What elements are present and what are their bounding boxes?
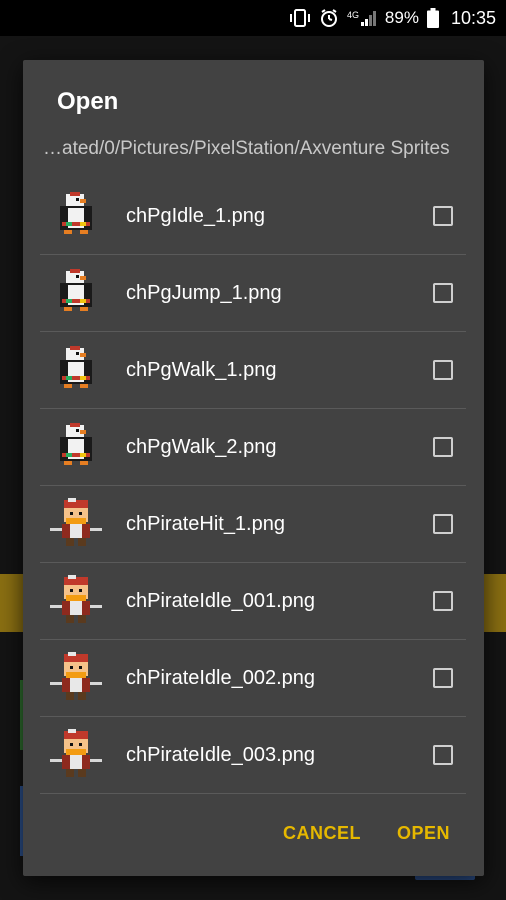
file-row[interactable]: chPirateHit_1.png — [40, 486, 466, 563]
file-row[interactable]: chPirateIdle_001.png — [40, 563, 466, 640]
file-name: chPirateIdle_001.png — [126, 589, 316, 612]
pirate-sprite-thumbnail — [46, 494, 106, 554]
cancel-button[interactable]: CANCEL — [283, 823, 361, 844]
status-bar: 4G 89% 10:35 — [0, 0, 506, 36]
file-name: chPgWalk_1.png — [126, 358, 277, 381]
file-checkbox[interactable] — [433, 437, 453, 457]
current-path: …ated/0/Pictures/PixelStation/Axventure … — [43, 138, 450, 159]
penguin-sprite-thumbnail — [46, 340, 106, 400]
file-row[interactable]: chPgJump_1.png — [40, 255, 466, 332]
pirate-sprite-thumbnail — [46, 725, 106, 785]
pirate-sprite-thumbnail — [46, 648, 106, 708]
svg-text:4G: 4G — [347, 10, 359, 20]
file-checkbox[interactable] — [433, 360, 453, 380]
file-name: chPgIdle_1.png — [126, 204, 266, 227]
file-row[interactable]: chPgIdle_1.png — [40, 178, 466, 255]
file-checkbox[interactable] — [433, 668, 453, 688]
file-row[interactable]: chPgWalk_2.png — [40, 409, 466, 486]
file-name: chPgWalk_2.png — [126, 435, 277, 458]
dialog-actions: CANCEL OPEN — [283, 823, 450, 844]
signal-icon: 4G — [347, 9, 377, 27]
file-checkbox[interactable] — [433, 745, 453, 765]
penguin-sprite-thumbnail — [46, 417, 106, 477]
battery-icon — [426, 8, 439, 28]
file-name: chPgJump_1.png — [126, 281, 282, 304]
file-name: chPirateIdle_003.png — [126, 743, 316, 766]
file-name: chPirateHit_1.png — [126, 512, 285, 535]
battery-percent: 89% — [384, 8, 419, 27]
dialog-title: Open — [57, 88, 119, 115]
file-row[interactable]: chPgWalk_1.png — [40, 332, 466, 409]
clock: 10:35 — [450, 7, 496, 28]
alarm-icon — [319, 8, 339, 28]
file-checkbox[interactable] — [433, 283, 453, 303]
vibrate-icon — [289, 9, 311, 27]
open-button[interactable]: OPEN — [397, 823, 450, 844]
file-checkbox[interactable] — [433, 206, 453, 226]
open-file-dialog: Open …ated/0/Pictures/PixelStation/Axven… — [23, 60, 484, 876]
file-checkbox[interactable] — [433, 591, 453, 611]
file-name: chPirateIdle_002.png — [126, 666, 316, 689]
file-checkbox[interactable] — [433, 514, 453, 534]
penguin-sprite-thumbnail — [46, 263, 106, 323]
penguin-sprite-thumbnail — [46, 186, 106, 246]
file-row[interactable]: chPirateIdle_003.png — [40, 717, 466, 794]
file-row[interactable]: chPirateIdle_002.png — [40, 640, 466, 717]
file-list: chPgIdle_1.png chPgJump_1.png chPgWalk_1.p… — [40, 178, 466, 794]
pirate-sprite-thumbnail — [46, 571, 106, 631]
